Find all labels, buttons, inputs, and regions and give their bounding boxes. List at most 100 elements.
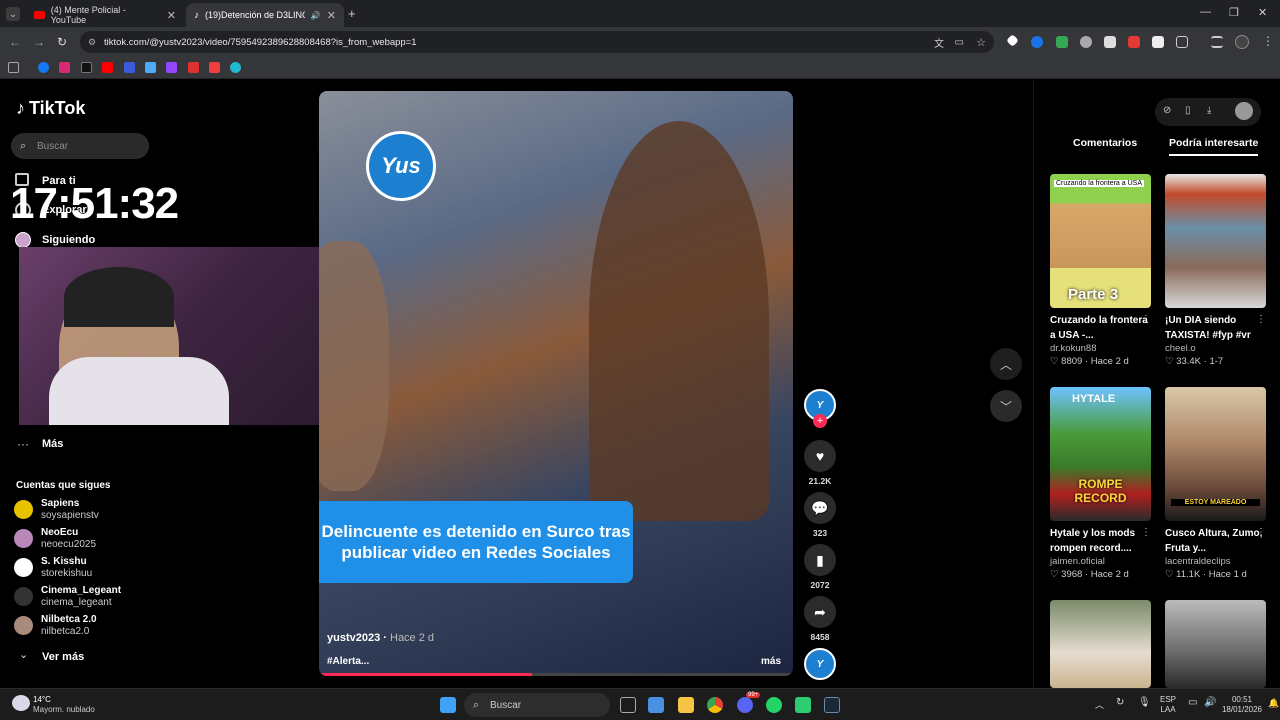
tiktok-logo[interactable]: ♪ TikTok	[16, 98, 85, 119]
close-icon[interactable]: ✕	[327, 9, 336, 22]
close-icon[interactable]: ✕	[167, 9, 176, 22]
x-icon[interactable]	[81, 62, 92, 73]
bookmark-teal-icon[interactable]	[230, 62, 241, 73]
card-menu-icon[interactable]: ⋮	[1141, 314, 1151, 325]
reload-icon[interactable]: ↻	[57, 35, 67, 49]
extensions-puzzle-icon[interactable]	[1176, 36, 1188, 48]
card-time: Hace 1 d	[1208, 569, 1247, 580]
speaker-icon[interactable]: 🔊	[311, 11, 321, 20]
new-tab-button[interactable]: +	[348, 6, 356, 21]
tray-chevron-icon[interactable]: ︿	[1095, 698, 1104, 711]
extension-glasses-icon[interactable]	[1080, 36, 1092, 48]
extension-blue-icon[interactable]	[1031, 36, 1043, 48]
site-info-icon[interactable]: ⚙	[88, 37, 96, 48]
card-menu-icon[interactable]: ⋮	[1141, 527, 1151, 538]
tab-tiktok[interactable]: ♪ (19)Detención de D3LINCV 🔊 ✕	[186, 3, 344, 27]
youtube-bookmark-icon[interactable]	[102, 62, 113, 73]
app-green-icon[interactable]	[795, 697, 811, 713]
card-menu-icon[interactable]: ⋮	[1256, 527, 1266, 538]
reading-list-icon[interactable]	[1211, 36, 1223, 48]
like-button[interactable]: ♥	[804, 440, 836, 472]
video-player[interactable]: Yus Delincuente es detenido en Surco tra…	[319, 91, 793, 676]
weather-icon[interactable]	[12, 695, 30, 711]
recommended-card[interactable]	[1165, 600, 1266, 688]
search-input[interactable]: ⌕ Buscar	[11, 133, 149, 159]
forward-icon[interactable]: →	[33, 35, 45, 49]
previous-video-button[interactable]: ︿	[990, 348, 1022, 380]
follow-plus-icon[interactable]: +	[813, 414, 827, 428]
bookmark-red-icon[interactable]	[188, 62, 199, 73]
translate-icon[interactable]: 文	[934, 35, 944, 50]
minimize-button[interactable]: —	[1200, 6, 1211, 18]
language-indicator[interactable]: ESP LAA	[1160, 695, 1176, 715]
sound-disc-button[interactable]: Y	[804, 648, 836, 680]
user-avatar[interactable]	[1235, 102, 1253, 120]
close-window-button[interactable]: ✕	[1258, 6, 1267, 19]
notifications-icon[interactable]: 🔔	[1268, 698, 1279, 709]
tab-comentarios[interactable]: Comentarios	[1073, 137, 1137, 149]
microphone-icon[interactable]: 🎙	[1138, 697, 1151, 708]
address-bar[interactable]: ⚙ tiktok.com/@yustv2023/video/7595492389…	[80, 31, 994, 53]
tab-podria-interesarte[interactable]: Podría interesarte	[1169, 137, 1259, 156]
video-more-link[interactable]: más	[761, 656, 781, 667]
extension-red-icon[interactable]	[1128, 36, 1140, 48]
card-title: Cruzando la frontera a USA -...	[1050, 315, 1148, 341]
apps-grid-icon[interactable]	[8, 62, 19, 73]
next-video-button[interactable]: ﹀	[990, 390, 1022, 422]
gmail-icon[interactable]	[209, 62, 220, 73]
bookmark-light-blue-icon[interactable]	[145, 62, 156, 73]
extension-m-icon[interactable]	[1152, 36, 1164, 48]
recommended-card[interactable]	[1050, 600, 1151, 688]
chrome-icon[interactable]	[707, 697, 723, 713]
windows-start-icon[interactable]	[440, 697, 456, 713]
discord-icon[interactable]	[737, 697, 753, 713]
video-author[interactable]: yustv2023 · Hace 2 d	[327, 632, 434, 644]
lang-layout: LAA	[1160, 705, 1176, 714]
card-menu-icon[interactable]: ⋮	[1256, 314, 1266, 325]
download-icon[interactable]: ⤓	[1207, 105, 1211, 116]
card-meta: ♡ 33.4K · 1-7	[1165, 356, 1224, 367]
twitch-icon[interactable]	[166, 62, 177, 73]
save-button[interactable]: ▮	[804, 544, 836, 576]
card-likes: 33.4K	[1176, 356, 1201, 367]
video-tags[interactable]: #Alerta...	[327, 656, 369, 667]
facebook-icon[interactable]	[38, 62, 49, 73]
instagram-icon[interactable]	[59, 62, 70, 73]
recommended-card[interactable]: ¡Un DIA siendo TAXISTA! #fyp #vr cheel.o…	[1165, 174, 1266, 367]
extension-diamond-icon[interactable]	[1006, 34, 1019, 47]
card-author: cheel.o	[1165, 343, 1196, 354]
video-progress-bar[interactable]	[319, 673, 793, 676]
store-icon[interactable]	[648, 697, 664, 713]
bookmark-star-icon[interactable]: ☆	[976, 36, 986, 49]
network-icon[interactable]: ▭	[1188, 697, 1197, 708]
comment-button[interactable]: 💬	[804, 492, 836, 524]
extension-grid-icon[interactable]	[1104, 36, 1116, 48]
extension-shield-icon[interactable]	[1056, 36, 1068, 48]
cast-icon[interactable]: ▭	[955, 37, 964, 48]
whatsapp-icon[interactable]	[766, 697, 782, 713]
see-more-link[interactable]: Ver más	[42, 651, 84, 663]
sync-icon[interactable]: ↻	[1116, 697, 1124, 708]
tab-youtube[interactable]: (4) Mente Policial - YouTube ✕	[26, 3, 184, 27]
recommended-card[interactable]: Cruzando la frontera a USA Parte 3 Cruza…	[1050, 174, 1151, 367]
compass-icon[interactable]: ⊘	[1163, 105, 1171, 116]
tab-search-button[interactable]: ⌄	[6, 7, 20, 21]
file-explorer-icon[interactable]	[678, 697, 694, 713]
back-icon[interactable]: ←	[9, 35, 21, 49]
volume-icon[interactable]: 🔊	[1204, 697, 1216, 708]
video-thumbnail	[1050, 600, 1151, 688]
nav-siguiendo[interactable]: Siguiendo	[42, 234, 95, 246]
task-view-icon[interactable]	[620, 697, 636, 713]
profile-avatar[interactable]	[1235, 35, 1249, 49]
system-clock[interactable]: 00:51 18/01/2026	[1220, 695, 1264, 715]
share-button[interactable]: ➦	[804, 596, 836, 628]
recommended-card[interactable]: HYTALE ROMPE RECORD Hytale y los mods ro…	[1050, 387, 1151, 580]
taskbar-search[interactable]: ⌕ Buscar	[464, 693, 610, 717]
nav-mas[interactable]: Más	[42, 438, 63, 450]
recommended-card[interactable]: ESTOY MAREADO Cusco Altura, Zumo, Fruta …	[1165, 387, 1266, 580]
menu-kebab-icon[interactable]: ⋮	[1262, 34, 1274, 48]
bookmark-blue-icon[interactable]	[124, 62, 135, 73]
phone-icon[interactable]: ▯	[1185, 105, 1191, 116]
steam-icon[interactable]	[824, 697, 840, 713]
restore-button[interactable]: ❐	[1229, 6, 1239, 19]
